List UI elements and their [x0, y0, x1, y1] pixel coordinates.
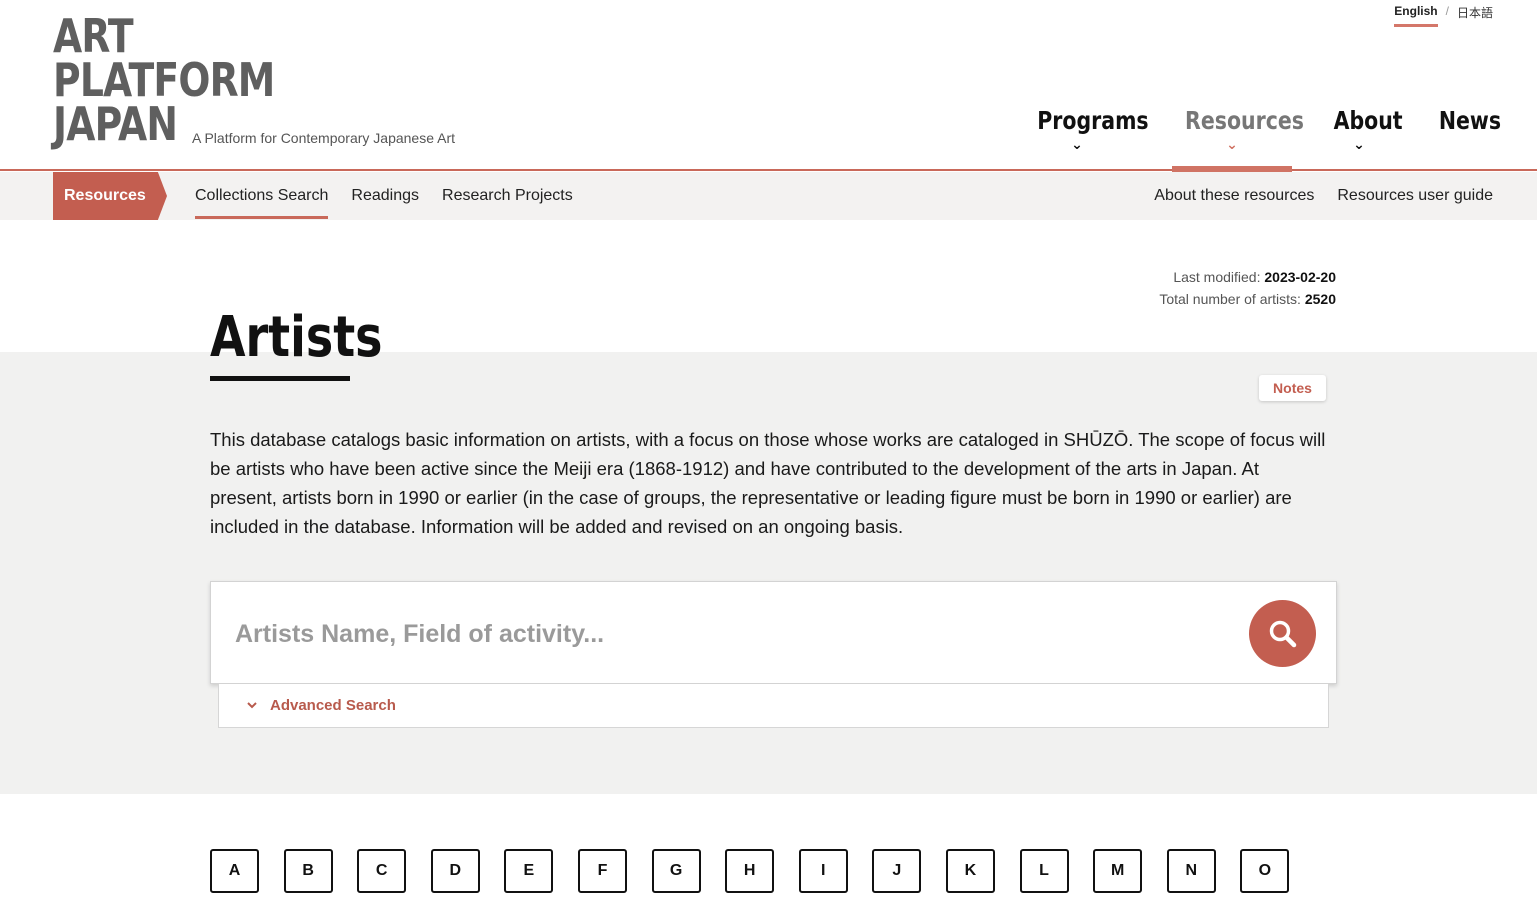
logo-line-1: ART — [53, 9, 134, 63]
alpha-button-i[interactable]: I — [798, 849, 848, 893]
alphabet-index: A B C D E F G H I J K L M N O — [210, 849, 1290, 893]
nav-programs[interactable]: Programs ⌄ — [1025, 100, 1148, 171]
section-badge[interactable]: Resources — [53, 172, 167, 220]
nav-news-label: News — [1438, 106, 1502, 135]
page-description: This database catalogs basic information… — [210, 429, 1326, 537]
language-english[interactable]: English — [1394, 4, 1438, 27]
alpha-button-d[interactable]: D — [430, 849, 480, 893]
advanced-search-panel: Advanced Search — [218, 684, 1329, 728]
chevron-down-icon: ⌄ — [1353, 137, 1365, 153]
total-artists-label: Total number of artists: — [1159, 291, 1305, 307]
advanced-search-label: Advanced Search — [270, 696, 396, 714]
search-icon — [1269, 620, 1296, 647]
alpha-button-l[interactable]: L — [1019, 849, 1069, 893]
sub-link-research-projects[interactable]: Research Projects — [442, 172, 573, 220]
chevron-down-icon: ⌄ — [1071, 137, 1083, 153]
alpha-button-f[interactable]: F — [577, 849, 627, 893]
sub-link-readings[interactable]: Readings — [351, 172, 419, 220]
logo-line-2: PLATFORM — [53, 53, 275, 107]
nav-resources-label: Resources — [1185, 106, 1304, 135]
chevron-down-icon — [247, 702, 257, 709]
alpha-button-n[interactable]: N — [1166, 849, 1216, 893]
language-switcher: English / 日本語 — [1394, 4, 1493, 27]
alpha-button-c[interactable]: C — [357, 849, 407, 893]
nav-programs-label: Programs — [1037, 106, 1149, 135]
site-header: ART PLATFORM JAPAN A Platform for Contem… — [0, 0, 1537, 173]
alpha-button-m[interactable]: M — [1093, 849, 1143, 893]
alpha-button-g[interactable]: G — [651, 849, 701, 893]
chevron-down-icon: ⌄ — [1226, 137, 1238, 153]
alpha-button-j[interactable]: J — [872, 849, 922, 893]
page-title-block: Artists — [210, 306, 420, 381]
site-logo[interactable]: ART PLATFORM JAPAN A Platform for Contem… — [53, 9, 473, 154]
search-box — [210, 581, 1337, 684]
nav-news[interactable]: News — [1432, 100, 1501, 171]
alpha-button-o[interactable]: O — [1240, 849, 1290, 893]
alpha-button-a[interactable]: A — [210, 849, 259, 893]
search-input[interactable] — [235, 612, 1235, 656]
page-meta: Last modified: 2023-02-20 Total number o… — [1159, 266, 1336, 310]
language-separator: / — [1445, 4, 1449, 18]
total-artists-value: 2520 — [1304, 291, 1336, 307]
main-nav: Programs ⌄ Resources ⌄ About ⌄ News — [1025, 100, 1501, 173]
alpha-button-b[interactable]: B — [283, 849, 333, 893]
alpha-button-k[interactable]: K — [945, 849, 995, 893]
total-artists: Total number of artists: 2520 — [1159, 288, 1336, 310]
alpha-button-h[interactable]: H — [725, 849, 775, 893]
sub-nav-links: Collections Search Readings Research Pro… — [195, 172, 573, 220]
sub-nav-right: About these resources Resources user gui… — [1154, 172, 1493, 220]
advanced-search-toggle[interactable]: Advanced Search — [246, 684, 396, 726]
language-japanese[interactable]: 日本語 — [1457, 4, 1493, 21]
sub-nav: Resources Collections Search Readings Re… — [0, 172, 1537, 220]
nav-about-label: About — [1333, 106, 1403, 135]
search-button[interactable] — [1249, 600, 1316, 667]
page-title: Artists — [210, 305, 383, 370]
title-underline — [210, 376, 350, 381]
logo-tagline: A Platform for Contemporary Japanese Art — [192, 130, 456, 146]
alpha-button-e[interactable]: E — [504, 849, 554, 893]
last-modified: Last modified: 2023-02-20 — [1159, 266, 1336, 288]
last-modified-value: 2023-02-20 — [1264, 269, 1336, 285]
nav-resources[interactable]: Resources ⌄ — [1172, 100, 1304, 173]
last-modified-label: Last modified: — [1173, 269, 1265, 285]
nav-about[interactable]: About ⌄ — [1326, 100, 1403, 171]
sub-link-collections-search[interactable]: Collections Search — [195, 172, 329, 220]
sub-link-user-guide[interactable]: Resources user guide — [1337, 172, 1493, 220]
sub-link-about-resources[interactable]: About these resources — [1154, 172, 1314, 220]
notes-button[interactable]: Notes — [1259, 375, 1326, 401]
